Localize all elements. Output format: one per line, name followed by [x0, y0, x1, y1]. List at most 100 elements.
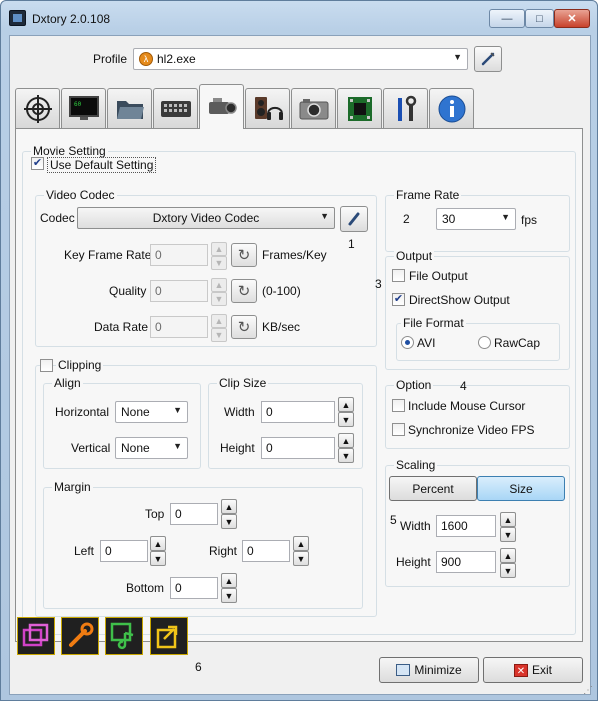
- spin-up-icon[interactable]: ▲: [338, 433, 354, 448]
- margin-right-input[interactable]: 0: [242, 540, 290, 562]
- avi-radio[interactable]: [401, 336, 414, 349]
- include-mouse-cursor-checkbox[interactable]: [392, 399, 405, 412]
- spin-up-icon[interactable]: ▲: [500, 548, 516, 563]
- scaling-height-input[interactable]: 900: [436, 551, 496, 573]
- margin-bottom-spinner[interactable]: ▲ ▼: [221, 573, 237, 603]
- quality-unit: (0-100): [262, 284, 301, 298]
- tab-capture[interactable]: [15, 88, 60, 128]
- close-window-button[interactable]: ✕: [554, 9, 590, 28]
- spin-down-icon[interactable]: ▼: [211, 328, 227, 342]
- clip-height-input[interactable]: 0: [261, 437, 335, 459]
- horizontal-align-select[interactable]: None ▼: [115, 401, 188, 423]
- spin-down-icon[interactable]: ▼: [338, 448, 354, 463]
- rawcap-radio[interactable]: [478, 336, 491, 349]
- scaling-height-spinner[interactable]: ▲ ▼: [500, 548, 516, 578]
- settings-tool-button[interactable]: [61, 617, 99, 655]
- data-rate-reset-button[interactable]: ↻: [231, 315, 257, 339]
- clip-width-input[interactable]: 0: [261, 401, 335, 423]
- margin-top-spinner[interactable]: ▲ ▼: [221, 499, 237, 529]
- profile-select[interactable]: λ hl2.exe ▼: [133, 48, 468, 70]
- clipping-label: Clipping: [56, 358, 104, 372]
- overlay-window-button[interactable]: [17, 617, 55, 655]
- spin-down-icon[interactable]: ▼: [293, 551, 309, 566]
- margin-right-spinner[interactable]: ▲ ▼: [293, 536, 309, 566]
- rawcap-label: RawCap: [494, 336, 541, 350]
- profile-label: Profile: [93, 52, 128, 66]
- spin-up-icon[interactable]: ▲: [211, 314, 227, 328]
- spin-down-icon[interactable]: ▼: [500, 527, 516, 542]
- scaling-size-button[interactable]: Size: [477, 476, 565, 501]
- spin-down-icon[interactable]: ▼: [500, 563, 516, 578]
- edit-profile-button[interactable]: [474, 46, 502, 72]
- spin-up-icon[interactable]: ▲: [211, 242, 227, 256]
- tab-info[interactable]: [429, 88, 474, 128]
- tab-hotkey[interactable]: [153, 88, 198, 128]
- tab-movie[interactable]: [199, 84, 244, 129]
- spin-up-icon[interactable]: ▲: [338, 397, 354, 412]
- margin-left-input[interactable]: 0: [100, 540, 148, 562]
- spin-up-icon[interactable]: ▲: [221, 573, 237, 588]
- vertical-align-select[interactable]: None ▼: [115, 437, 188, 459]
- photo-camera-icon: [299, 98, 328, 119]
- clip-height-spinner[interactable]: ▲ ▼: [338, 433, 354, 463]
- tab-tools[interactable]: [383, 88, 428, 128]
- tab-advanced[interactable]: [337, 88, 382, 128]
- frame-rate-select[interactable]: 30 ▼: [436, 208, 516, 230]
- chip-icon: [347, 96, 372, 121]
- scaling-width-input[interactable]: 1600: [436, 515, 496, 537]
- clip-width-spinner[interactable]: ▲ ▼: [338, 397, 354, 427]
- spin-down-icon[interactable]: ▼: [150, 551, 166, 566]
- key-frame-reset-button[interactable]: ↻: [231, 243, 257, 267]
- margin-bottom-input[interactable]: 0: [170, 577, 218, 599]
- spin-up-icon[interactable]: ▲: [293, 536, 309, 551]
- tab-screenshot[interactable]: [291, 88, 336, 128]
- codec-select[interactable]: Dxtory Video Codec ▼: [77, 207, 335, 229]
- spin-up-icon[interactable]: ▲: [150, 536, 166, 551]
- tab-overlay[interactable]: 60: [61, 88, 106, 128]
- minimize-button[interactable]: Minimize: [379, 657, 479, 683]
- keyboard-icon: [160, 100, 191, 117]
- spin-down-icon[interactable]: ▼: [221, 514, 237, 529]
- export-window-button[interactable]: [150, 617, 188, 655]
- spin-up-icon[interactable]: ▲: [500, 512, 516, 527]
- clip-height-label: Height: [220, 441, 255, 455]
- option-title: Option: [394, 378, 434, 392]
- quality-reset-button[interactable]: ↻: [231, 279, 257, 303]
- reset-icon: ↻: [237, 319, 251, 336]
- spin-down-icon[interactable]: ▼: [338, 412, 354, 427]
- resize-grip[interactable]: ⋰: [583, 685, 595, 697]
- tab-audio[interactable]: [245, 88, 290, 128]
- margin-left-spinner[interactable]: ▲ ▼: [150, 536, 166, 566]
- scaling-percent-button[interactable]: Percent: [389, 476, 477, 501]
- maximize-window-button[interactable]: □: [525, 9, 554, 28]
- file-output-checkbox[interactable]: [392, 269, 405, 282]
- scaling-width-spinner[interactable]: ▲ ▼: [500, 512, 516, 542]
- margin-left-label: Left: [74, 544, 95, 558]
- data-rate-spinner[interactable]: ▲ ▼: [211, 314, 227, 342]
- spin-down-icon[interactable]: ▼: [221, 588, 237, 603]
- spin-down-icon[interactable]: ▼: [211, 292, 227, 306]
- key-frame-input[interactable]: 0: [150, 244, 208, 266]
- spin-up-icon[interactable]: ▲: [221, 499, 237, 514]
- margin-right-label: Right: [209, 544, 238, 558]
- directshow-output-checkbox[interactable]: ✔: [392, 293, 405, 306]
- data-rate-input[interactable]: 0: [150, 316, 208, 338]
- margin-title: Margin: [52, 480, 93, 494]
- margin-top-input[interactable]: 0: [170, 503, 218, 525]
- use-default-checkbox[interactable]: ✔: [31, 157, 44, 170]
- quality-spinner[interactable]: ▲ ▼: [211, 278, 227, 306]
- title-bar[interactable]: Dxtory 2.0.108 — □ ✕: [1, 1, 597, 35]
- spin-up-icon[interactable]: ▲: [211, 278, 227, 292]
- movie-setting-title: Movie Setting: [31, 144, 108, 158]
- minimize-window-button[interactable]: —: [489, 9, 525, 28]
- key-frame-spinner[interactable]: ▲ ▼: [211, 242, 227, 270]
- spin-down-icon[interactable]: ▼: [211, 256, 227, 270]
- quality-input[interactable]: 0: [150, 280, 208, 302]
- sync-video-fps-checkbox[interactable]: [392, 423, 405, 436]
- codec-config-button[interactable]: [340, 206, 368, 232]
- frame-rate-title: Frame Rate: [394, 188, 462, 202]
- clipping-checkbox[interactable]: [40, 359, 53, 372]
- exit-button[interactable]: ✕ Exit: [483, 657, 583, 683]
- audio-window-button[interactable]: [105, 617, 143, 655]
- tab-folder[interactable]: [107, 88, 152, 128]
